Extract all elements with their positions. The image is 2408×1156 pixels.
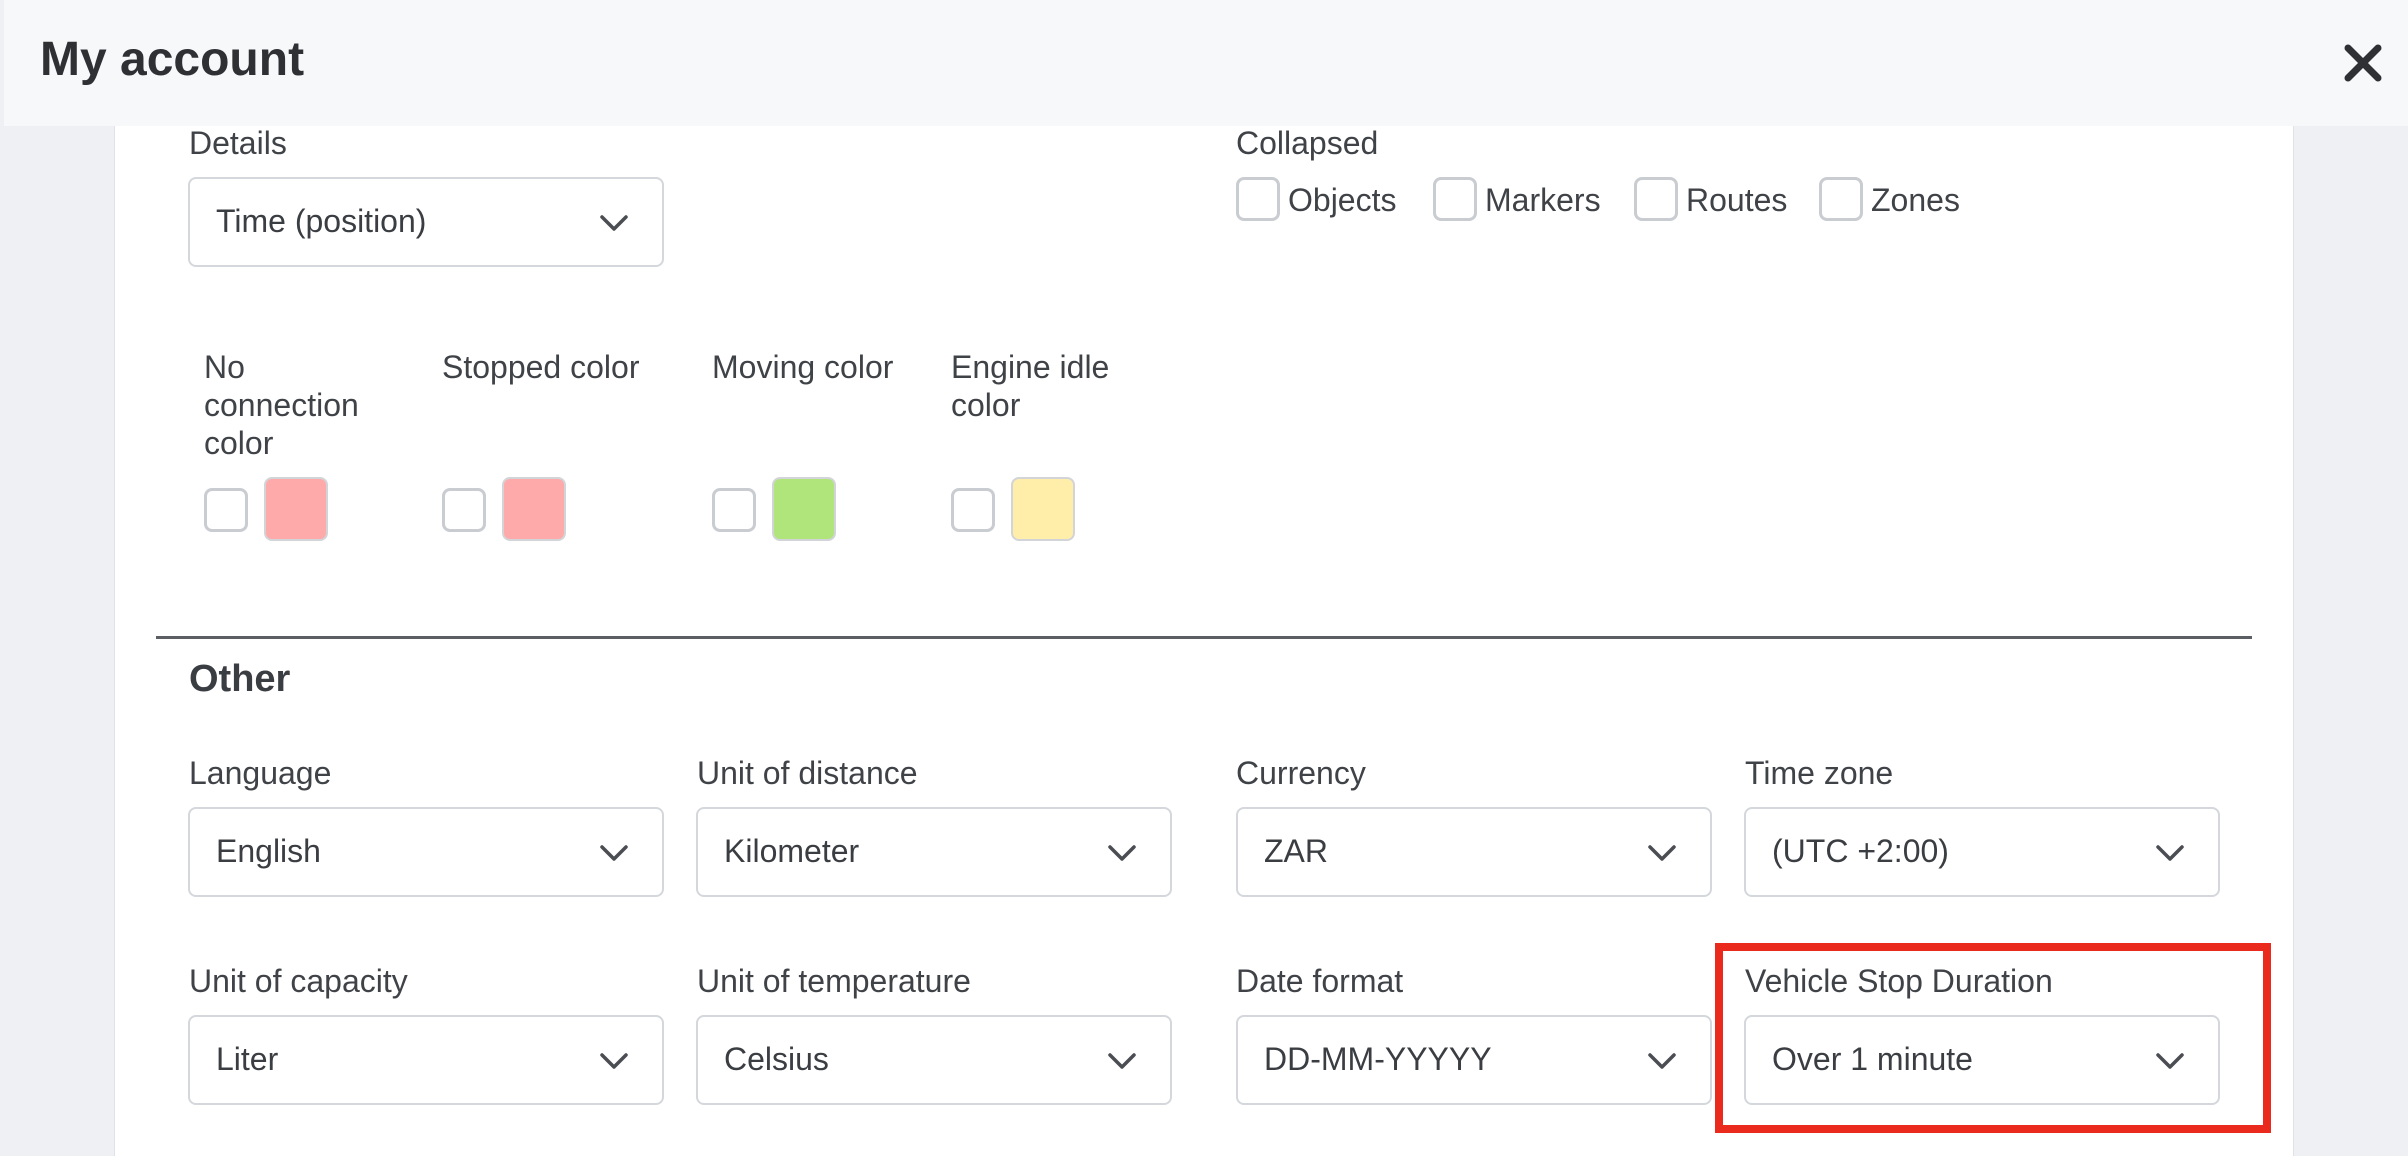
unit-of-capacity-select[interactable]: Liter: [188, 1015, 664, 1105]
details-select[interactable]: Time (position): [188, 177, 664, 267]
unit-of-distance-select[interactable]: Kilometer: [696, 807, 1172, 897]
chevron-down-icon: [2156, 845, 2184, 861]
chevron-down-icon: [600, 845, 628, 861]
unit-of-temperature-select-value: Celsius: [724, 1041, 829, 1077]
stopped-color-checkbox[interactable]: [442, 488, 486, 532]
collapsed-markers-checkbox[interactable]: [1433, 177, 1477, 221]
chevron-down-icon: [600, 1053, 628, 1069]
chevron-down-icon: [1648, 845, 1676, 861]
time-zone-select-value: (UTC +2:00): [1772, 833, 1949, 869]
stopped-color-swatch[interactable]: [502, 477, 566, 541]
unit-of-capacity-label: Unit of capacity: [189, 963, 408, 999]
collapsed-routes-label: Routes: [1686, 182, 1788, 218]
modal-header: My account: [4, 0, 2408, 126]
engine-idle-color-checkbox[interactable]: [951, 488, 995, 532]
date-format-select[interactable]: DD-MM-YYYYY: [1236, 1015, 1712, 1105]
no-connection-color-checkbox[interactable]: [204, 488, 248, 532]
language-select[interactable]: English: [188, 807, 664, 897]
stopped-color-label: Stopped color: [442, 349, 640, 385]
time-zone-label: Time zone: [1745, 755, 1894, 791]
unit-of-temperature-label: Unit of temperature: [697, 963, 971, 999]
collapsed-markers-label: Markers: [1485, 182, 1601, 218]
collapsed-zones-label: Zones: [1871, 182, 1960, 218]
no-connection-color-label: No connection color: [204, 349, 359, 461]
collapsed-routes-checkbox[interactable]: [1634, 177, 1678, 221]
modal-title: My account: [40, 33, 305, 86]
collapsed-label: Collapsed: [1236, 125, 1379, 161]
time-zone-select[interactable]: (UTC +2:00): [1744, 807, 2220, 897]
highlight-annotation-box: [1715, 943, 2271, 1133]
unit-of-distance-select-value: Kilometer: [724, 833, 860, 869]
currency-label: Currency: [1236, 755, 1366, 791]
engine-idle-color-swatch[interactable]: [1011, 477, 1075, 541]
chevron-down-icon: [1108, 845, 1136, 861]
language-select-value: English: [216, 833, 321, 869]
section-divider: [156, 636, 2252, 639]
unit-of-temperature-select[interactable]: Celsius: [696, 1015, 1172, 1105]
no-connection-color-swatch[interactable]: [264, 477, 328, 541]
other-section-title: Other: [189, 658, 291, 700]
date-format-select-value: DD-MM-YYYYY: [1264, 1041, 1492, 1077]
date-format-label: Date format: [1236, 963, 1404, 999]
chevron-down-icon: [600, 215, 628, 231]
close-icon: [2344, 44, 2382, 82]
details-label: Details: [189, 125, 287, 161]
currency-select-value: ZAR: [1264, 833, 1328, 869]
chevron-down-icon: [1108, 1053, 1136, 1069]
currency-select[interactable]: ZAR: [1236, 807, 1712, 897]
moving-color-swatch[interactable]: [772, 477, 836, 541]
unit-of-distance-label: Unit of distance: [697, 755, 918, 791]
details-select-value: Time (position): [216, 203, 427, 239]
language-label: Language: [189, 755, 332, 791]
moving-color-label: Moving color: [712, 349, 894, 385]
unit-of-capacity-select-value: Liter: [216, 1041, 279, 1077]
chevron-down-icon: [1648, 1053, 1676, 1069]
collapsed-zones-checkbox[interactable]: [1819, 177, 1863, 221]
moving-color-checkbox[interactable]: [712, 488, 756, 532]
collapsed-objects-checkbox[interactable]: [1236, 177, 1280, 221]
collapsed-objects-label: Objects: [1288, 182, 1397, 218]
engine-idle-color-label: Engine idle color: [951, 349, 1110, 423]
close-button[interactable]: [2338, 38, 2388, 88]
